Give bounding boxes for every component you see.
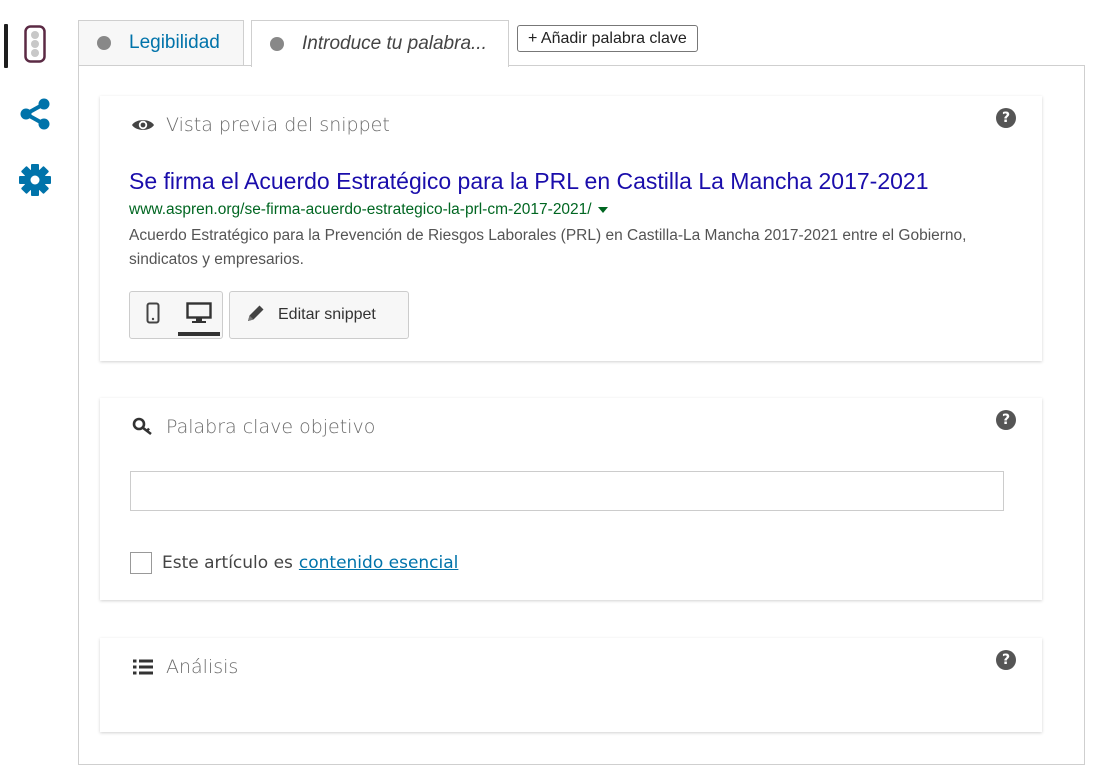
- score-dot-icon: [97, 36, 111, 50]
- edit-snippet-button[interactable]: Editar snippet: [229, 291, 409, 339]
- snippet-header: Vista previa del snippet: [130, 112, 390, 138]
- cornerstone-row: Este artículo es contenido esencial: [130, 552, 458, 574]
- sidebar-item-social[interactable]: [0, 94, 70, 138]
- tab-keyword-label: Introduce tu palabra...: [302, 33, 487, 54]
- selected-mode-indicator: [178, 332, 220, 336]
- focus-keyword-title: Palabra clave objetivo: [166, 416, 376, 438]
- preview-mode-toggle: [129, 291, 223, 339]
- sidebar-item-settings[interactable]: [0, 158, 70, 206]
- help-icon[interactable]: ?: [996, 650, 1016, 670]
- analysis-header: Análisis: [130, 654, 238, 680]
- tab-readability[interactable]: Legibilidad: [78, 20, 244, 66]
- pencil-icon: [246, 303, 266, 327]
- cornerstone-label: Este artículo es: [162, 553, 293, 573]
- tab-keyword[interactable]: Introduce tu palabra...: [251, 20, 509, 67]
- focus-keyword-header: Palabra clave objetivo: [130, 414, 375, 440]
- mobile-icon: [146, 302, 160, 328]
- analysis-section: Análisis ?: [100, 638, 1042, 732]
- snippet-preview-section: Vista previa del snippet ? Se firma el A…: [100, 96, 1042, 361]
- desktop-icon: [186, 302, 212, 328]
- tab-readability-label: Legibilidad: [129, 32, 220, 53]
- caret-down-icon: [597, 207, 608, 213]
- add-keyword-button[interactable]: + Añadir palabra clave: [517, 25, 698, 52]
- snippet-preview-url: www.aspren.org/se-firma-acuerdo-estrateg…: [129, 201, 608, 219]
- edit-snippet-label: Editar snippet: [278, 306, 376, 323]
- sidebar-item-seo[interactable]: [0, 22, 70, 70]
- help-icon[interactable]: ?: [996, 410, 1016, 430]
- snippet-preview-title[interactable]: Se firma el Acuerdo Estratégico para la …: [129, 168, 1024, 195]
- analysis-title: Análisis: [166, 656, 239, 678]
- snippet-url-text: www.aspren.org/se-firma-acuerdo-estrateg…: [129, 201, 592, 218]
- cornerstone-checkbox[interactable]: [130, 552, 152, 574]
- snippet-title-heading: Vista previa del snippet: [166, 114, 390, 136]
- metabox-sidebar: [0, 0, 70, 769]
- score-dot-icon: [270, 37, 284, 51]
- cornerstone-link[interactable]: contenido esencial: [299, 553, 459, 573]
- traffic-light-icon: [24, 25, 46, 67]
- gear-icon: [18, 163, 52, 201]
- help-icon[interactable]: ?: [996, 108, 1016, 128]
- focus-keyword-section: Palabra clave objetivo ? Este artículo e…: [100, 398, 1042, 600]
- eye-icon: [130, 112, 156, 138]
- list-icon: [130, 654, 156, 680]
- snippet-preview-description: Acuerdo Estratégico para la Prevención d…: [129, 227, 967, 268]
- share-icon: [19, 98, 51, 134]
- mobile-preview-button[interactable]: [130, 292, 176, 338]
- key-icon: [130, 414, 156, 440]
- focus-keyword-input[interactable]: [130, 471, 1004, 511]
